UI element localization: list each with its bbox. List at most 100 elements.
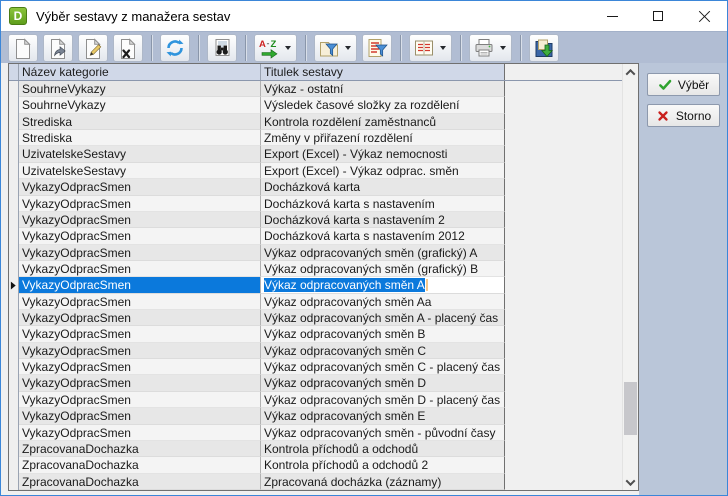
dropdown-arrow-icon[interactable] <box>345 46 351 50</box>
cell-category[interactable]: VykazyOdpracSmen <box>19 179 261 195</box>
cell-title[interactable]: Kontrola rozdělení zaměstnanců <box>261 114 505 130</box>
cell-title[interactable]: Kontrola příchodů a odchodů <box>261 441 505 457</box>
maximize-button[interactable] <box>635 1 681 31</box>
cell-title[interactable]: Výkaz odpracovaných směn E <box>261 408 505 424</box>
table-row[interactable]: VykazyOdpracSmenDocházková karta <box>9 179 638 195</box>
sort-az-button[interactable]: A-Z <box>254 34 297 62</box>
cell-title[interactable]: Export (Excel) - Výkaz odprac. směn <box>261 163 505 179</box>
cell-category[interactable]: Strediska <box>19 130 261 146</box>
vertical-scrollbar[interactable] <box>622 64 638 490</box>
cell-title[interactable]: Výkaz odpracovaných směn B <box>261 326 505 342</box>
cell-category[interactable]: VykazyOdpracSmen <box>19 326 261 342</box>
cell-category[interactable]: VykazyOdpracSmen <box>19 196 261 212</box>
table-row[interactable]: VykazyOdpracSmenVýkaz odpracovaných směn… <box>9 425 638 441</box>
table-row[interactable]: VykazyOdpracSmenVýkaz odpracovaných směn… <box>9 294 638 310</box>
table-row[interactable]: VykazyOdpracSmenVýkaz odpracovaných směn… <box>9 326 638 342</box>
cell-title[interactable]: Výkaz odpracovaných směn D - placený čas <box>261 392 505 408</box>
open-report-button[interactable] <box>43 34 73 62</box>
table-row[interactable]: VykazyOdpracSmenDocházková karta s nasta… <box>9 228 638 244</box>
new-report-button[interactable] <box>8 34 38 62</box>
cell-category[interactable]: SouhrneVykazy <box>19 81 261 97</box>
dropdown-arrow-icon[interactable] <box>285 46 291 50</box>
delete-report-button[interactable] <box>113 34 143 62</box>
cell-title[interactable]: Výkaz odpracovaných směn Aa <box>261 294 505 310</box>
cell-category[interactable]: ZpracovanaDochazka <box>19 441 261 457</box>
find-button[interactable] <box>207 34 237 62</box>
table-row[interactable]: SouhrneVykazyVýsledek časové složky za r… <box>9 97 638 113</box>
scroll-up-button[interactable] <box>623 64 638 80</box>
select-button[interactable]: Výběr <box>647 73 720 96</box>
cell-title[interactable]: Výkaz odpracovaných směn (grafický) A <box>261 245 505 261</box>
table-row[interactable]: VykazyOdpracSmenVýkaz odpracovaných směn… <box>9 375 638 391</box>
cell-title[interactable]: Kontrola příchodů a odchodů 2 <box>261 457 505 473</box>
table-row[interactable]: StrediskaZměny v přiřazení rozdělení <box>9 130 638 146</box>
cell-category[interactable]: UzivatelskeSestavy <box>19 146 261 162</box>
cell-category[interactable]: VykazyOdpracSmen <box>19 359 261 375</box>
cell-title[interactable]: Výsledek časové složky za rozdělení <box>261 97 505 113</box>
print-button[interactable] <box>469 34 512 62</box>
scroll-down-button[interactable] <box>623 474 638 490</box>
table-row[interactable]: UzivatelskeSestavyExport (Excel) - Výkaz… <box>9 163 638 179</box>
cell-title[interactable]: Výkaz odpracovaných směn (grafický) B <box>261 261 505 277</box>
cell-title[interactable]: Výkaz - ostatní <box>261 81 505 97</box>
cell-category[interactable]: VykazyOdpracSmen <box>19 425 261 441</box>
cell-category[interactable]: VykazyOdpracSmen <box>19 375 261 391</box>
table-row[interactable]: VykazyOdpracSmenDocházková karta s nasta… <box>9 212 638 228</box>
table-row[interactable]: VykazyOdpracSmenVýkaz odpracovaných směn… <box>9 277 638 293</box>
cell-category[interactable]: VykazyOdpracSmen <box>19 343 261 359</box>
cell-category[interactable]: ZpracovanaDochazka <box>19 474 261 490</box>
column-header-category[interactable]: Název kategorie <box>19 64 261 80</box>
cell-category[interactable]: VykazyOdpracSmen <box>19 408 261 424</box>
cell-category[interactable]: VykazyOdpracSmen <box>19 310 261 326</box>
columns-button[interactable] <box>409 34 452 62</box>
cell-title[interactable]: Výkaz odpracovaných směn C - placený čas <box>261 359 505 375</box>
table-row[interactable]: VykazyOdpracSmenVýkaz odpracovaných směn… <box>9 343 638 359</box>
cell-category[interactable]: VykazyOdpracSmen <box>19 212 261 228</box>
dropdown-arrow-icon[interactable] <box>500 46 506 50</box>
cell-title[interactable]: Docházková karta s nastavením <box>261 196 505 212</box>
table-row[interactable]: VykazyOdpracSmenVýkaz odpracovaných směn… <box>9 261 638 277</box>
filter-list-button[interactable] <box>362 34 392 62</box>
table-row[interactable]: VykazyOdpracSmenVýkaz odpracovaných směn… <box>9 359 638 375</box>
cell-category[interactable]: VykazyOdpracSmen <box>19 277 261 293</box>
cell-title[interactable]: Výkaz odpracovaných směn D <box>261 375 505 391</box>
table-row[interactable]: ZpracovanaDochazkaZpracovaná docházka (z… <box>9 474 638 490</box>
cell-category[interactable]: VykazyOdpracSmen <box>19 245 261 261</box>
table-row[interactable]: VykazyOdpracSmenDocházková karta s nasta… <box>9 196 638 212</box>
cell-category[interactable]: SouhrneVykazy <box>19 97 261 113</box>
cell-category[interactable]: UzivatelskeSestavy <box>19 163 261 179</box>
cell-title[interactable]: Docházková karta s nastavením 2 <box>261 212 505 228</box>
dropdown-arrow-icon[interactable] <box>440 46 446 50</box>
cancel-button[interactable]: Storno <box>647 104 720 127</box>
close-button[interactable] <box>681 1 727 31</box>
refresh-button[interactable] <box>160 34 190 62</box>
cell-title[interactable]: Výkaz odpracovaných směn C <box>261 343 505 359</box>
cell-title[interactable]: Výkaz odpracovaných směn A <box>261 277 505 293</box>
table-row[interactable]: VykazyOdpracSmenVýkaz odpracovaných směn… <box>9 310 638 326</box>
cell-title[interactable]: Změny v přiřazení rozdělení <box>261 130 505 146</box>
cell-category[interactable]: ZpracovanaDochazka <box>19 457 261 473</box>
column-header-title[interactable]: Titulek sestavy <box>261 64 505 80</box>
table-row[interactable]: SouhrneVykazyVýkaz - ostatní <box>9 81 638 97</box>
table-row[interactable]: UzivatelskeSestavyExport (Excel) - Výkaz… <box>9 146 638 162</box>
export-button[interactable] <box>529 34 559 62</box>
minimize-button[interactable] <box>589 1 635 31</box>
cell-category[interactable]: VykazyOdpracSmen <box>19 294 261 310</box>
cell-category[interactable]: VykazyOdpracSmen <box>19 261 261 277</box>
cell-category[interactable]: Strediska <box>19 114 261 130</box>
cell-title[interactable]: Docházková karta <box>261 179 505 195</box>
scrollbar-thumb[interactable] <box>624 382 637 435</box>
cell-title[interactable]: Zpracovaná docházka (záznamy) <box>261 474 505 490</box>
edit-report-button[interactable] <box>78 34 108 62</box>
table-row[interactable]: VykazyOdpracSmenVýkaz odpracovaných směn… <box>9 408 638 424</box>
table-row[interactable]: ZpracovanaDochazkaKontrola příchodů a od… <box>9 457 638 473</box>
cell-title[interactable]: Výkaz odpracovaných směn - původní časy <box>261 425 505 441</box>
table-row[interactable]: StrediskaKontrola rozdělení zaměstnanců <box>9 114 638 130</box>
filter-button[interactable] <box>314 34 357 62</box>
table-row[interactable]: VykazyOdpracSmenVýkaz odpracovaných směn… <box>9 392 638 408</box>
table-row[interactable]: ZpracovanaDochazkaKontrola příchodů a od… <box>9 441 638 457</box>
cell-category[interactable]: VykazyOdpracSmen <box>19 392 261 408</box>
cell-title[interactable]: Export (Excel) - Výkaz nemocnosti <box>261 146 505 162</box>
cell-category[interactable]: VykazyOdpracSmen <box>19 228 261 244</box>
table-row[interactable]: VykazyOdpracSmenVýkaz odpracovaných směn… <box>9 245 638 261</box>
